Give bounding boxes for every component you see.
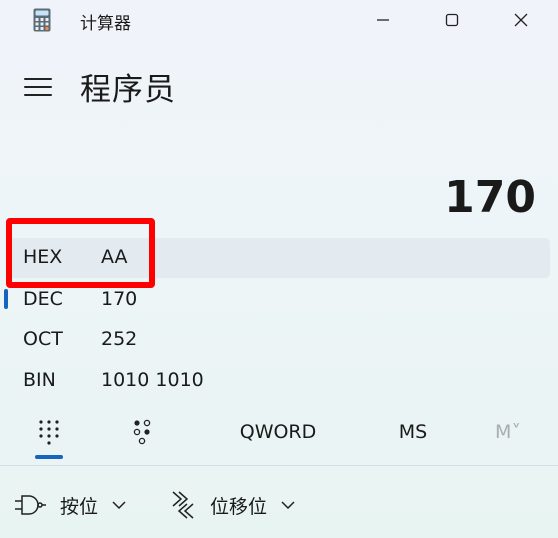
bit-toggling-keypad-tab[interactable] xyxy=(128,410,158,454)
logic-gate-icon xyxy=(15,495,46,515)
radix-label: DEC xyxy=(23,288,63,310)
hamburger-icon-bar xyxy=(24,94,52,96)
memory-dropdown-button[interactable]: M˅ xyxy=(478,410,538,454)
mode-title: 程序员 xyxy=(80,72,176,108)
radix-label: OCT xyxy=(23,328,63,350)
hamburger-menu-button[interactable] xyxy=(24,76,52,98)
minimize-icon xyxy=(377,19,389,21)
chevron-down-icon xyxy=(112,501,126,510)
bitshift-dropdown-button[interactable]: 位移位 xyxy=(170,483,295,527)
close-button[interactable] xyxy=(498,0,544,40)
maximize-icon xyxy=(445,13,459,27)
highlight-box xyxy=(6,218,155,288)
memory-store-button[interactable]: MS xyxy=(385,410,441,454)
bit-shift-icon xyxy=(172,491,194,519)
result-display: 170 xyxy=(444,172,536,223)
divider xyxy=(0,465,558,466)
radix-row-bin[interactable]: BIN 1010 1010 xyxy=(0,361,550,399)
chevron-down-icon xyxy=(281,501,295,510)
window-title: 计算器 xyxy=(80,14,131,34)
radix-label: BIN xyxy=(23,369,56,391)
maximize-button[interactable] xyxy=(429,0,475,40)
active-tab-underline xyxy=(35,455,63,459)
keypad-icon xyxy=(39,420,59,445)
radix-value: 252 xyxy=(101,328,138,350)
radix-value: 170 xyxy=(101,288,138,310)
bit-toggle-icon xyxy=(133,419,151,445)
minimize-button[interactable] xyxy=(360,0,406,40)
bitshift-label: 位移位 xyxy=(210,495,268,518)
full-keypad-tab[interactable] xyxy=(34,410,64,454)
hamburger-icon-bar xyxy=(24,78,52,80)
calculator-app-icon xyxy=(33,8,51,32)
word-size-button[interactable]: QWORD xyxy=(228,410,328,454)
radix-row-oct[interactable]: OCT 252 xyxy=(0,320,550,358)
radix-value: 1010 1010 xyxy=(101,369,204,391)
bitwise-label: 按位 xyxy=(60,495,99,518)
hamburger-icon-bar xyxy=(24,86,52,88)
close-icon xyxy=(514,13,528,27)
bitwise-dropdown-button[interactable]: 按位 xyxy=(14,483,126,527)
title-bar: 计算器 xyxy=(0,0,558,40)
